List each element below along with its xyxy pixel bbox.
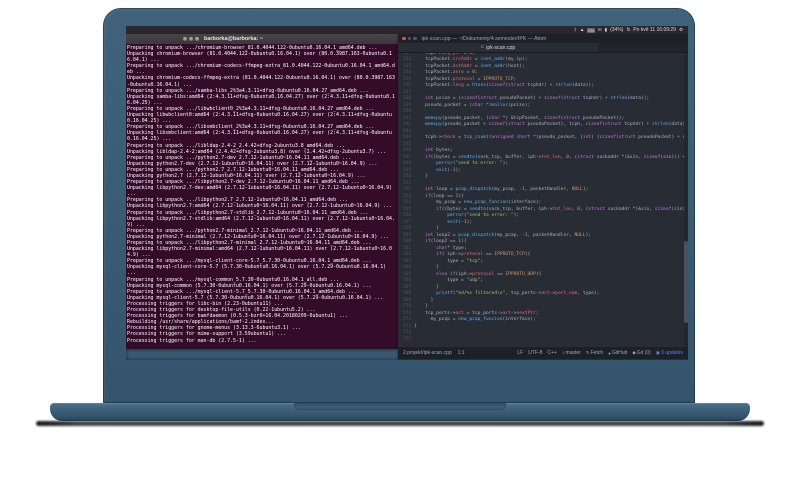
git-branch-icon: ᛉ bbox=[561, 350, 565, 356]
atom-window: ipk-scan.cpp — ~/Dokumenty/4.semester/IP… bbox=[398, 34, 688, 359]
terminal-line: Unpacking python2.7-dev (2.7.12-1ubuntu0… bbox=[127, 160, 378, 167]
laptop-shadow bbox=[36, 421, 764, 426]
terminal-line: Unpacking libpython2.7-dev:amd64 (2.7.12… bbox=[127, 185, 395, 198]
atom-window-title: ipk-scan.cpp — ~/Dokumenty/4.semester/IP… bbox=[421, 35, 547, 42]
git-diff-icon: ◆ bbox=[632, 350, 636, 355]
terminal-line: Unpacking chromium-codecs-ffmpeg-extra (… bbox=[127, 75, 395, 88]
sitem-item[interactable]: C++ bbox=[547, 350, 556, 356]
sync-icon-label: Fetch bbox=[590, 350, 604, 356]
sync-icon: ↻ bbox=[585, 350, 590, 355]
sitem-label: LF bbox=[517, 350, 524, 356]
battery-percentage[interactable]: (34%) bbox=[610, 26, 623, 34]
sitem-label: UTF-8 bbox=[528, 350, 543, 356]
git-diff-icon-label: Git (0) bbox=[636, 350, 651, 356]
network-traffic-icon: ⇅ bbox=[626, 27, 631, 32]
tab-ipk-scan-cpp[interactable]: C ipk-scan.cpp bbox=[398, 43, 598, 52]
status-cursor-position[interactable]: 1:1 bbox=[458, 350, 465, 356]
github-icon[interactable]: ● GitHub bbox=[608, 350, 627, 356]
package-updates-icon[interactable]: ▣ 3 updates bbox=[656, 350, 683, 356]
scrollbar-thumb[interactable] bbox=[684, 241, 688, 324]
minimize-button[interactable] bbox=[407, 36, 411, 41]
keyboard-layout-indicator-label: EN bbox=[588, 27, 594, 33]
terminal-title: barborka@barborka: ~ bbox=[204, 36, 264, 42]
sitem-label: C++ bbox=[547, 350, 557, 356]
clock-indicator-label: Po kvě 11 16:09:29 bbox=[633, 27, 676, 33]
terminal-line: Preparing to unpack .../samba-libs_2%3a4… bbox=[127, 87, 369, 94]
code-line: 575 bbox=[398, 337, 688, 344]
maximize-button[interactable] bbox=[195, 37, 199, 41]
battery-icon: ▮ bbox=[604, 27, 608, 32]
status-file-path[interactable]: 2.projekt/ipk-scan.cpp bbox=[403, 350, 452, 356]
status-bar: 2.projekt/ipk-scan.cpp 1:1 LF UTF-8 C++ ᛉ ma… bbox=[398, 347, 688, 359]
terminal-line: Preparing to unpack .../python2.7-minima… bbox=[127, 227, 363, 234]
mail-icon: ✉ bbox=[597, 27, 602, 32]
desktop: ᛒ ▲ EN ✉ ▮ (34%) ⇅ Po kvě 11 16:09:29 ⚙ barborka… bbox=[126, 26, 688, 360]
terminal-line: Unpacking mysql-common (5.7.30-0ubuntu0.… bbox=[127, 282, 372, 289]
session-gear-icon: ⚙ bbox=[678, 27, 683, 32]
close-button[interactable] bbox=[402, 36, 406, 41]
clock-indicator[interactable]: Po kvě 11 16:09:29 bbox=[633, 26, 676, 34]
tab-bar: C ipk-scan.cpp bbox=[398, 43, 688, 53]
atom-titlebar[interactable]: ipk-scan.cpp — ~/Dokumenty/4.semester/IP… bbox=[398, 34, 688, 43]
laptop-base-notch bbox=[294, 403, 506, 410]
github-icon: ● bbox=[608, 350, 611, 356]
battery-icon[interactable]: ▮ bbox=[605, 26, 607, 34]
code-line: 544 tcph->check = tcp_csum((unsigned sho… bbox=[398, 135, 688, 142]
wifi-icon: ▲ bbox=[579, 27, 585, 32]
session-gear-icon[interactable]: ⚙ bbox=[679, 26, 683, 34]
status-right-items: LF UTF-8 C++ ᛉ master ↻ Fetch ● GitHub ◆ Git (0) ▣ 3… bbox=[517, 350, 683, 356]
terminal-line: Unpacking libldap-2.4-2:amd64 (2.4.42+df… bbox=[127, 148, 387, 155]
git-branch-icon[interactable]: ᛉ master bbox=[562, 350, 581, 356]
bluetooth-icon: ᛒ bbox=[574, 27, 577, 32]
terminal-line: Preparing to unpack .../mysql-client-5.7… bbox=[127, 288, 357, 295]
terminal-window: barborka@barborka: ~ Preparing to unpack… bbox=[126, 34, 398, 349]
minimize-button[interactable] bbox=[189, 37, 193, 41]
terminal-line: Unpacking samba-libs:amd64 (2:4.3.11+dfs… bbox=[127, 93, 395, 106]
keyboard-layout-indicator[interactable]: EN bbox=[587, 27, 595, 33]
terminal-titlebar[interactable]: barborka@barborka: ~ bbox=[126, 34, 398, 44]
terminal-line: Unpacking libwbclient0:amd64 (2:4.3.11+d… bbox=[127, 112, 392, 125]
battery-percentage-label: (34%) bbox=[610, 27, 624, 33]
mail-icon[interactable]: ✉ bbox=[598, 26, 602, 34]
maximize-button[interactable] bbox=[413, 36, 417, 41]
terminal-output[interactable]: Preparing to unpack .../chromium-browser… bbox=[126, 44, 398, 349]
terminal-line: Unpacking libsmbclient:amd64 (2:4.3.11+d… bbox=[127, 130, 392, 143]
top-panel: ᛒ ▲ EN ✉ ▮ (34%) ⇅ Po kvě 11 16:09:29 ⚙ bbox=[126, 26, 688, 34]
code-lines: 531 tcph->urg_ptr = 0; 532 tcpPacket.srcA… bbox=[398, 53, 688, 343]
code-line: 542 memcpy(pseudo_packet + sizeof(struct… bbox=[398, 122, 688, 129]
terminal-line: Unpacking mysql-client-core-5.7 (5.7.30-… bbox=[127, 264, 390, 277]
package-updates-icon-label: 3 updates bbox=[661, 350, 683, 356]
cpp-file-icon: C bbox=[480, 45, 485, 50]
terminal-line: Preparing to unpack .../libpython2.7-std… bbox=[127, 209, 369, 216]
terminal-line: Preparing to unpack .../chromium-codecs-… bbox=[127, 63, 395, 76]
line-number: 575 bbox=[403, 336, 411, 342]
terminal-line: Processing triggers for man-db (2.7.5-1)… bbox=[127, 337, 257, 344]
code-editor[interactable]: 531 tcph->urg_ptr = 0; 532 tcpPacket.srcA… bbox=[398, 53, 688, 347]
sitem-item[interactable]: UTF-8 bbox=[528, 350, 542, 356]
git-diff-icon[interactable]: ◆ Git (0) bbox=[632, 350, 650, 356]
terminal-line: Unpacking libpython2.7-minimal:amd64 (2.… bbox=[127, 246, 392, 259]
terminal-line: Unpacking libpython2.7:amd64 (2.7.12-1ub… bbox=[127, 203, 392, 210]
git-branch-icon-label: master bbox=[565, 350, 581, 356]
tab-label: ipk-scan.cpp bbox=[486, 44, 516, 51]
sitem-item[interactable]: LF bbox=[517, 350, 523, 356]
editor-scrollbar[interactable] bbox=[684, 53, 688, 347]
terminal-line: Unpacking libpython2.7-stdlib:amd64 (2.7… bbox=[127, 215, 395, 228]
sync-icon[interactable]: ↻ Fetch bbox=[586, 350, 603, 356]
terminal-line: Unpacking chromium-browser (81.0.4044.12… bbox=[127, 51, 392, 64]
wifi-icon[interactable]: ▲ bbox=[580, 26, 584, 34]
package-updates-icon: ▣ bbox=[655, 350, 661, 355]
close-button[interactable] bbox=[183, 37, 187, 41]
network-traffic-icon[interactable]: ⇅ bbox=[626, 26, 630, 34]
bluetooth-icon[interactable]: ᛒ bbox=[574, 26, 577, 34]
github-icon-label: GitHub bbox=[611, 350, 628, 356]
